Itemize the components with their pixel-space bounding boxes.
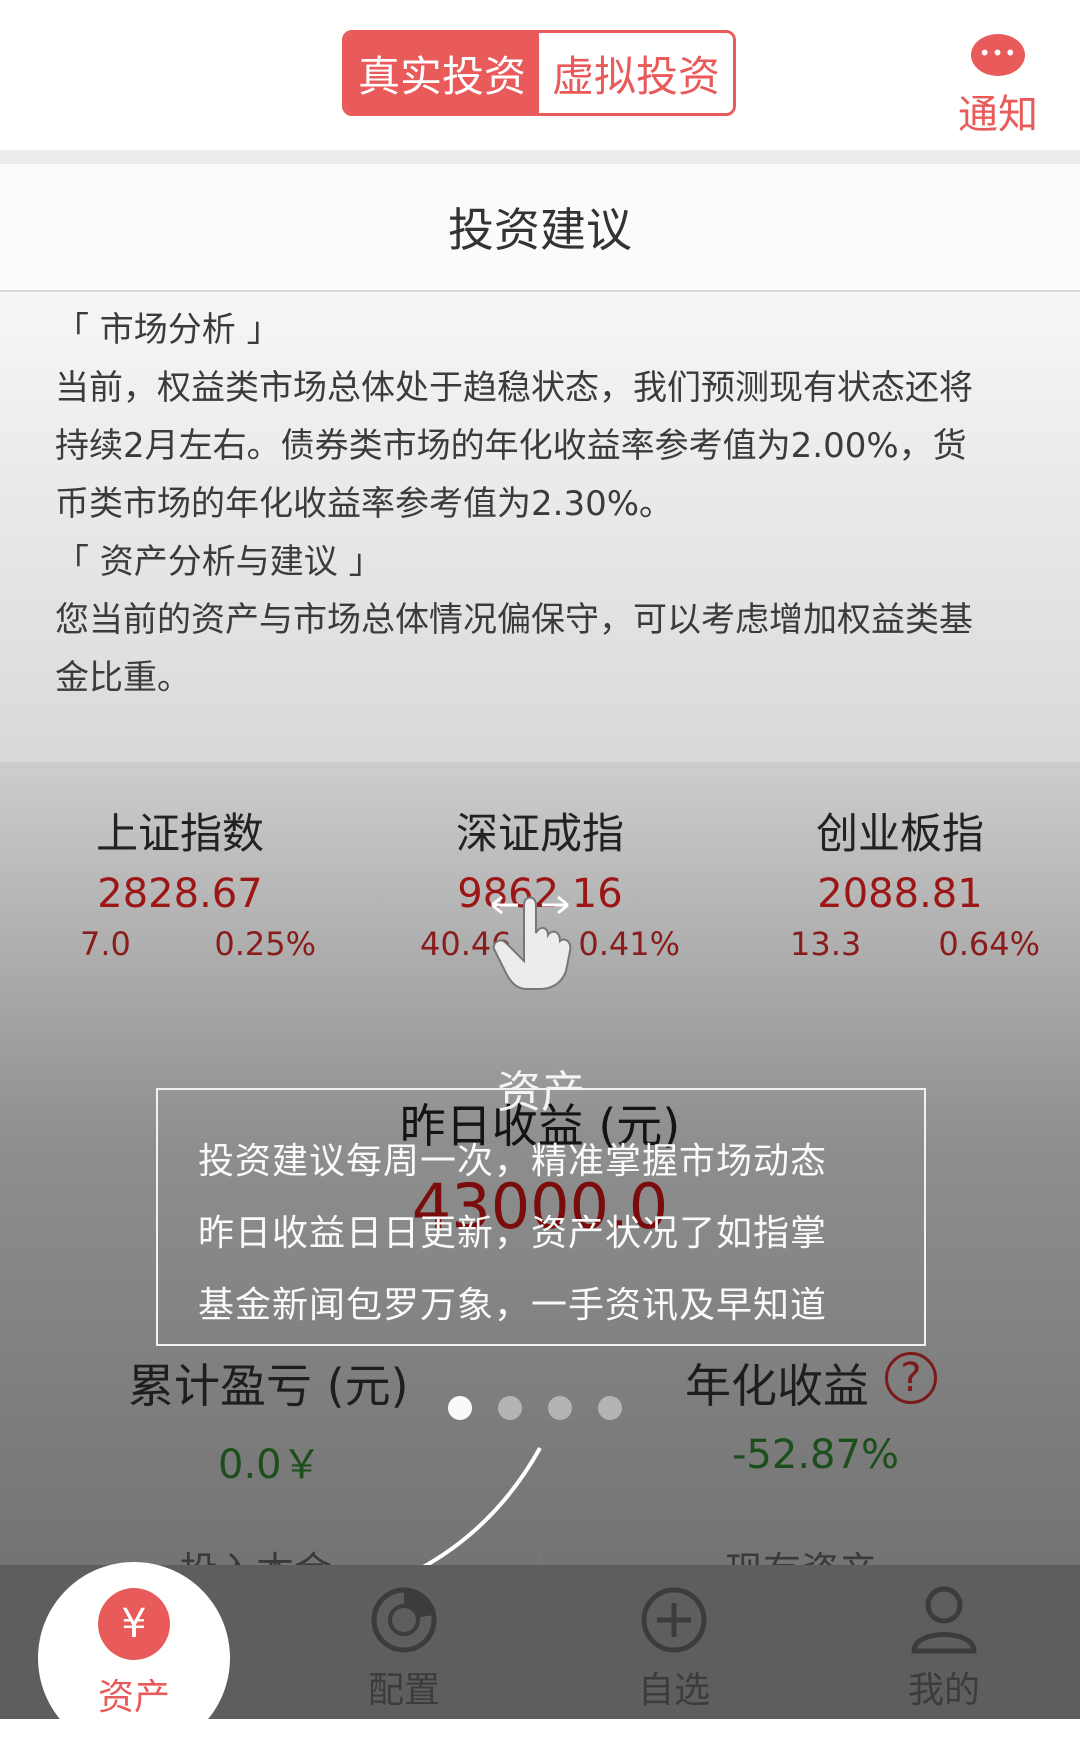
index-card-chinext[interactable]: 创业板指 2088.81 13.3 0.64% (760, 800, 1040, 963)
tab-real-investment[interactable]: 真实投资 (345, 33, 539, 113)
index-card-shanghai[interactable]: 上证指数 2828.67 7.0 0.25% (40, 800, 320, 963)
index-value: 2828.67 (97, 871, 263, 917)
advice-content: 「 市场分析 」 当前，权益类市场总体处于趋稳状态，我们预测现有状态还将 持续2… (0, 292, 1080, 762)
page-dot[interactable] (448, 1396, 472, 1420)
advice-line: 持续2月左右。债券类市场的年化收益率参考值为2.00%，货 (55, 426, 967, 466)
help-icon[interactable]: ? (885, 1352, 937, 1404)
guide-line: 昨日收益日日更新，资产状况了如指掌 (198, 1213, 828, 1254)
plus-circle-icon (641, 1587, 707, 1653)
advice-line: 「 市场分析 」 (55, 310, 281, 350)
index-value: 2088.81 (817, 871, 983, 917)
chat-bubble-icon: ••• (971, 34, 1025, 76)
nav-label: 我的 (907, 1670, 980, 1711)
index-change-row: 13.3 0.64% (760, 925, 1040, 963)
cumulative-pl-label: 累计盈亏 (元) (128, 1359, 409, 1413)
advice-line: 「 资产分析与建议 」 (55, 542, 383, 582)
page-dot[interactable] (598, 1396, 622, 1420)
index-change-row: 7.0 0.25% (40, 925, 320, 963)
page-dot[interactable] (548, 1396, 572, 1420)
nav-label: 自选 (637, 1670, 710, 1711)
nav-label: 配置 (367, 1670, 440, 1711)
index-percent: 0.64% (938, 925, 1040, 963)
index-change: 7.0 (80, 925, 131, 963)
tab-virtual-investment[interactable]: 虚拟投资 (539, 33, 733, 113)
pie-chart-icon (371, 1587, 437, 1653)
advice-line: 当前，权益类市场总体处于趋稳状态，我们预测现有状态还将 (55, 368, 973, 408)
index-change: 13.3 (790, 925, 862, 963)
nav-item-allocation[interactable]: 配置 (344, 1585, 464, 1713)
index-percent: 0.25% (214, 925, 316, 963)
advice-line: 币类市场的年化收益率参考值为2.30%。 (55, 484, 674, 524)
page-dot[interactable] (498, 1396, 522, 1420)
nav-item-mine[interactable]: 我的 (884, 1585, 1004, 1713)
annual-return-label: 年化收益 (685, 1359, 869, 1413)
guide-title: 资产 (497, 1067, 585, 1118)
guide-line: 投资建议每周一次，精准掌握市场动态 (198, 1141, 828, 1182)
advice-title: 投资建议 (0, 164, 1080, 292)
index-percent: 0.41% (578, 925, 680, 963)
index-name: 深证成指 (455, 809, 624, 858)
yen-icon[interactable]: ¥ (98, 1588, 170, 1660)
investment-mode-switch[interactable]: 真实投资 虚拟投资 (342, 30, 736, 116)
index-name: 创业板指 (815, 809, 984, 858)
user-icon (911, 1586, 977, 1654)
notification-label: 通知 (958, 92, 1038, 138)
advice-line: 您当前的资产与市场总体情况偏保守，可以考虑增加权益类基 (55, 600, 973, 640)
page-indicator (448, 1396, 628, 1424)
swipe-hand-icon (491, 895, 572, 990)
guide-line: 基金新闻包罗万象，一手资讯及早知道 (198, 1285, 828, 1326)
advice-line: 金比重。 (55, 658, 191, 698)
nav-item-assets[interactable]: 资产 (84, 1668, 184, 1720)
divider (0, 150, 1080, 164)
annual-return-value: -52.87% (732, 1432, 899, 1478)
index-name: 上证指数 (95, 809, 264, 858)
notification-button[interactable]: ••• 通知 (948, 30, 1048, 140)
nav-item-watchlist[interactable]: 自选 (614, 1585, 734, 1713)
